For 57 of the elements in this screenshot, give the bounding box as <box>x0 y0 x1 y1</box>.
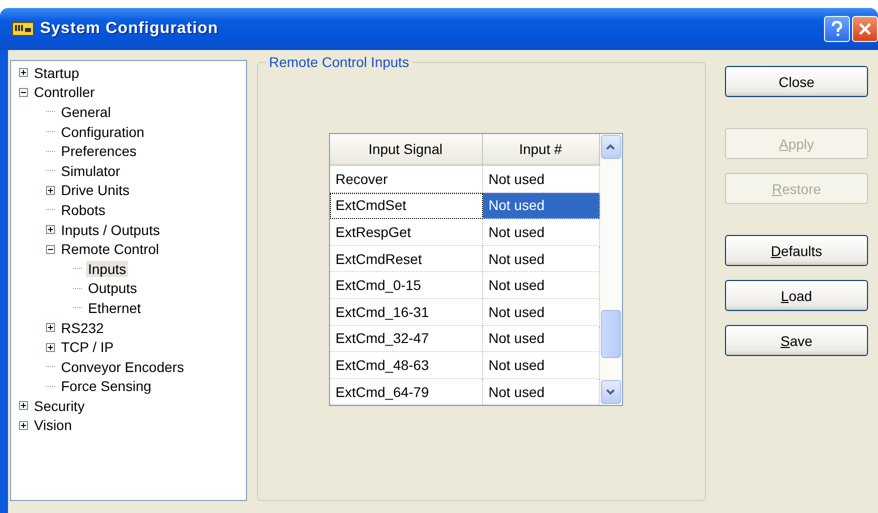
chevron-down-icon <box>606 389 615 396</box>
tree-item[interactable]: Vision <box>32 417 74 434</box>
expander-icon[interactable] <box>19 88 28 97</box>
action-button[interactable]: Close <box>725 66 868 97</box>
scroll-bar[interactable] <box>600 134 622 406</box>
close-icon <box>858 22 872 36</box>
expander-icon[interactable] <box>19 401 28 410</box>
table-cell[interactable]: Recover <box>330 166 482 193</box>
question-mark-icon <box>831 21 843 37</box>
tree-item[interactable]: RS232 <box>59 320 106 336</box>
tree-item[interactable]: Force Sensing <box>59 378 154 394</box>
expander-icon[interactable] <box>46 244 55 254</box>
group-title: Remote Control Inputs <box>266 54 412 70</box>
tree-item[interactable]: Controller <box>32 84 97 100</box>
action-button[interactable]: Save <box>725 325 868 356</box>
table-cell[interactable]: ExtCmd_0-15 <box>330 272 482 299</box>
keyboard-icon <box>12 22 34 36</box>
tree-item[interactable]: General <box>59 104 113 120</box>
window-title: System Configuration <box>40 20 218 38</box>
column-header[interactable]: Input Signal <box>330 134 482 166</box>
tree-item[interactable]: Robots <box>59 202 108 218</box>
expander-icon[interactable] <box>19 420 28 430</box>
expander-icon[interactable] <box>46 225 55 234</box>
table-cell[interactable]: ExtCmd_32-47 <box>330 326 482 352</box>
table-cell[interactable]: ExtRespGet <box>330 219 482 246</box>
table-cell[interactable]: Not used <box>482 192 600 220</box>
tree-item[interactable]: Security <box>32 398 87 414</box>
close-button[interactable] <box>852 16 878 42</box>
help-button[interactable] <box>824 16 850 42</box>
table-cell[interactable]: ExtCmdSet <box>330 192 482 220</box>
tree-item[interactable]: Inputs / Outputs <box>59 222 162 238</box>
tree-item[interactable]: Drive Units <box>59 182 132 198</box>
tree-item[interactable]: TCP / IP <box>59 339 116 356</box>
expander-icon[interactable] <box>46 342 55 352</box>
expander-icon[interactable] <box>46 186 55 195</box>
tree-item[interactable]: Conveyor Encoders <box>59 358 186 375</box>
table-cell[interactable]: ExtCmd_16-31 <box>330 298 482 326</box>
tree-item[interactable]: Ethernet <box>86 300 143 316</box>
table-cell[interactable]: ExtCmdReset <box>330 246 482 272</box>
scroll-down-button[interactable] <box>600 380 620 404</box>
tree-item[interactable]: Startup <box>32 64 82 81</box>
action-button[interactable]: Load <box>725 280 868 311</box>
column-header[interactable]: Input # <box>482 134 600 166</box>
action-button[interactable]: Defaults <box>725 235 868 266</box>
table-cell[interactable]: ExtCmd_64-79 <box>330 378 482 406</box>
scroll-up-button[interactable] <box>600 135 620 159</box>
tree-item[interactable]: Preferences <box>59 143 138 160</box>
scroll-thumb[interactable] <box>600 310 620 358</box>
expander-icon[interactable] <box>19 68 28 78</box>
expander-icon[interactable] <box>46 323 55 332</box>
tree-item[interactable]: Outputs <box>86 280 140 296</box>
chevron-up-icon <box>606 144 615 150</box>
tree-item[interactable]: Configuration <box>59 124 146 140</box>
tree-item[interactable]: Simulator <box>59 162 122 179</box>
tree-item[interactable]: Inputs <box>86 260 128 277</box>
table-cell[interactable]: ExtCmd_48-63 <box>330 352 482 379</box>
tree-item[interactable]: Remote Control <box>59 241 162 258</box>
